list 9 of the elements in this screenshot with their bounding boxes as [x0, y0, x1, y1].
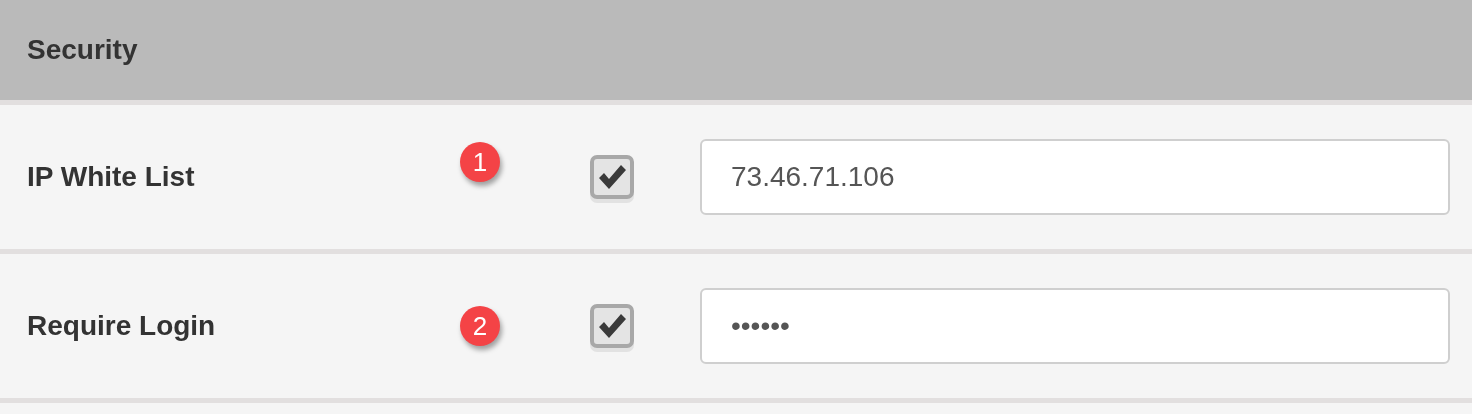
check-icon: [597, 164, 627, 190]
field-label: IP White List: [26, 160, 196, 194]
check-icon: [597, 313, 627, 339]
input-field[interactable]: 73.46.71.106: [700, 139, 1450, 215]
number-badge: 2: [460, 306, 500, 346]
section-title: Security: [27, 33, 138, 67]
input-field[interactable]: ••••••: [700, 288, 1450, 364]
number-badge: 1: [460, 142, 500, 182]
field-label: Require Login: [26, 309, 217, 343]
